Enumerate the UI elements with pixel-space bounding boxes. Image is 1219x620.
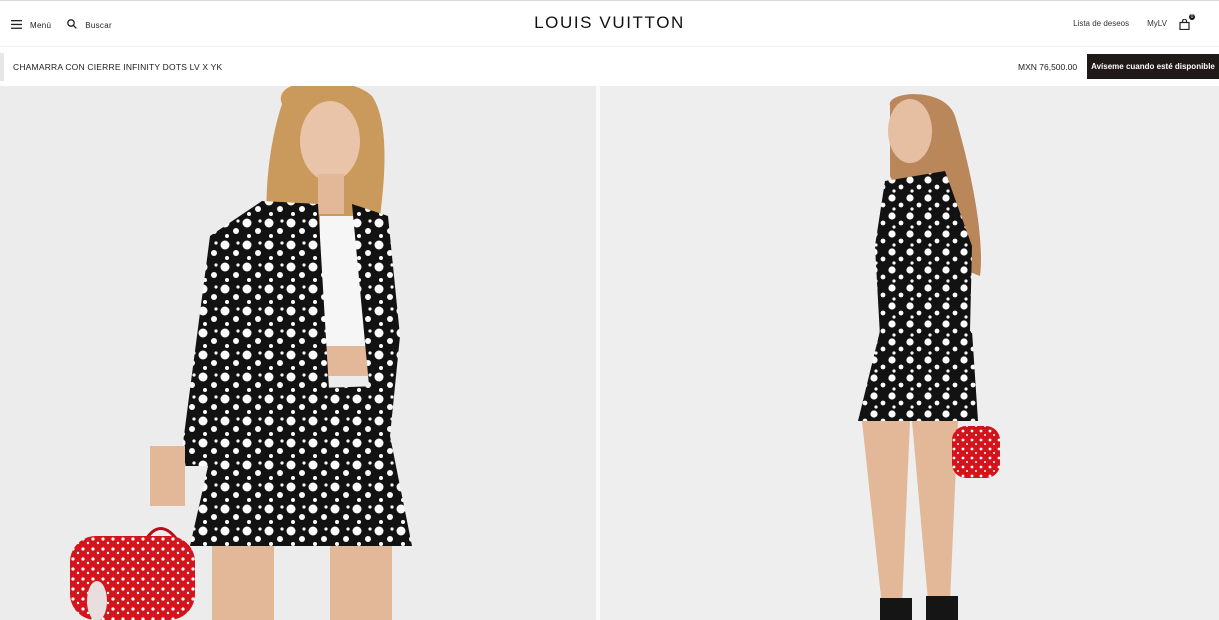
- product-name: CHAMARRA CON CIERRE INFINITY DOTS LV X Y…: [13, 62, 223, 72]
- side-view-model-photo[interactable]: [600, 86, 1219, 620]
- wishlist-link[interactable]: Lista de deseos: [1073, 19, 1129, 28]
- site-header: Menú Buscar LOUIS VUITTON Lista de deseo…: [0, 0, 1219, 46]
- header-right-actions: Lista de deseos MyLV 0: [1055, 14, 1195, 31]
- front-view-model-photo[interactable]: [0, 86, 596, 620]
- product-price: MXN 76,500.00: [1018, 62, 1078, 72]
- shopping-bag-icon: [1179, 17, 1190, 34]
- notify-me-button[interactable]: Avíseme cuando esté disponible: [1087, 54, 1219, 79]
- brand-logo[interactable]: LOUIS VUITTON: [0, 13, 1219, 33]
- divider: [0, 53, 4, 81]
- cart-count-badge: 0: [1189, 14, 1195, 20]
- product-gallery: [0, 86, 1219, 620]
- shopping-bag-button[interactable]: 0: [1179, 14, 1195, 31]
- product-bar: CHAMARRA CON CIERRE INFINITY DOTS LV X Y…: [0, 46, 1219, 86]
- account-link[interactable]: MyLV: [1147, 19, 1167, 28]
